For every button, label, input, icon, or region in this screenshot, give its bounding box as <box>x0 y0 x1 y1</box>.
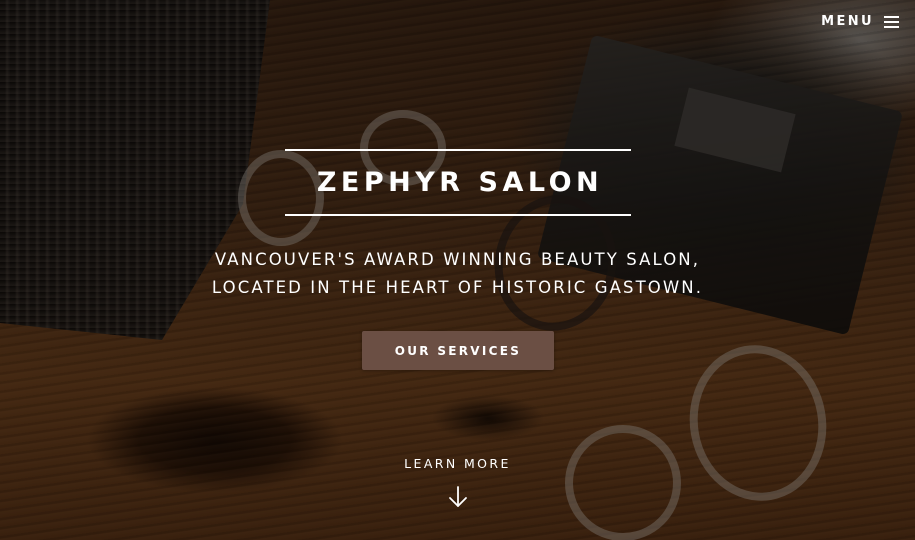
tagline-line-2: LOCATED IN THE HEART OF HISTORIC GASTOWN… <box>211 278 704 297</box>
arrow-down-icon[interactable] <box>447 485 469 509</box>
tagline-line-1: VANCOUVER'S AWARD WINNING BEAUTY SALON, <box>214 250 701 269</box>
menu-label: MENU <box>821 14 874 29</box>
learn-more-link[interactable]: LEARN MORE <box>0 456 915 509</box>
hamburger-icon[interactable] <box>884 15 899 28</box>
learn-more-label: LEARN MORE <box>404 456 511 471</box>
our-services-button[interactable]: OUR SERVICES <box>362 331 554 370</box>
menu-button[interactable]: MENU <box>821 14 899 29</box>
hero-section: MENU ZEPHYR SALON VANCOUVER'S AWARD WINN… <box>0 0 915 540</box>
title-block: ZEPHYR SALON <box>285 149 631 216</box>
tagline: VANCOUVER'S AWARD WINNING BEAUTY SALON, … <box>0 246 915 302</box>
site-title: ZEPHYR SALON <box>316 167 604 198</box>
